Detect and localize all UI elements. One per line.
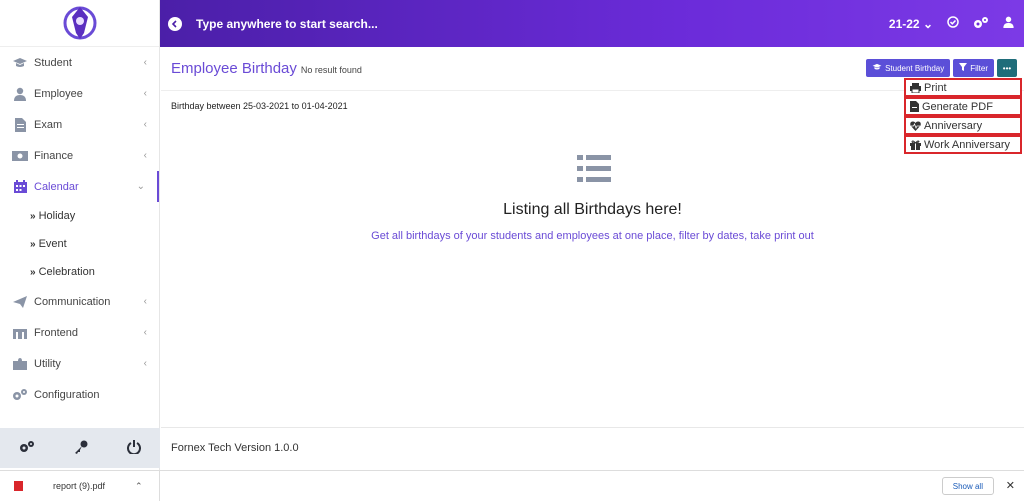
- download-file-name: report (9).pdf: [53, 481, 106, 491]
- app-logo-icon: [63, 6, 96, 40]
- user-icon: [12, 87, 28, 101]
- list-icon: [577, 155, 611, 186]
- chevron-left-icon: ‹: [143, 296, 147, 307]
- menu-item-work-anniversary[interactable]: Work Anniversary: [904, 135, 1022, 154]
- logo[interactable]: [0, 0, 159, 47]
- sidebar-item-label: Configuration: [34, 388, 100, 401]
- sidebar-subitem-label: Celebration: [38, 266, 95, 278]
- gears-icon[interactable]: [973, 16, 989, 32]
- chevron-left-icon: ‹: [143, 57, 147, 68]
- building-icon: [12, 326, 28, 340]
- menu-item-generate-pdf[interactable]: Generate PDF: [904, 97, 1022, 116]
- power-icon[interactable]: [126, 439, 141, 457]
- menu-item-label: Generate PDF: [922, 100, 993, 113]
- more-options-button[interactable]: •••: [997, 59, 1017, 77]
- status-text: No result found: [300, 65, 362, 75]
- sidebar-item-label: Finance: [34, 149, 74, 162]
- check-circle-icon[interactable]: [947, 16, 959, 31]
- show-all-button[interactable]: Show all: [941, 477, 994, 495]
- chevron-down-icon: ⌄: [922, 16, 933, 31]
- gift-icon: [910, 140, 921, 150]
- sidebar-subitem-label: Holiday: [38, 210, 76, 222]
- chevron-down-icon: ⌄: [136, 181, 145, 192]
- main-content: Employee Birthday No result found Studen…: [161, 47, 1024, 427]
- chevron-up-icon[interactable]: ⌃: [135, 481, 143, 492]
- pdf-icon: [910, 101, 919, 112]
- sidebar-subitem-holiday[interactable]: » Holiday: [0, 202, 159, 230]
- graduation-cap-icon: [872, 63, 882, 73]
- sidebar-subitem-celebration[interactable]: » Celebration: [0, 258, 159, 286]
- filter-icon: [959, 63, 968, 73]
- double-chevron-right-icon: »: [30, 266, 36, 278]
- pdf-file-icon: [14, 481, 23, 491]
- empty-state-title: Listing all Birthdays here!: [503, 201, 682, 218]
- download-item[interactable]: report (9).pdf ⌃: [0, 471, 160, 501]
- button-label: Filter: [970, 63, 988, 73]
- sidebar-item-label: Communication: [34, 295, 111, 308]
- sidebar-item-label: Exam: [34, 118, 63, 131]
- empty-state-subtitle: Get all birthdays of your students and e…: [371, 230, 814, 242]
- puzzle-icon: [12, 357, 28, 371]
- sidebar-item-exam[interactable]: Exam ‹: [0, 109, 159, 140]
- sidebar-item-calendar[interactable]: Calendar ⌄: [0, 171, 159, 202]
- more-options-dropdown: Print Generate PDF Anniversary Work Anni…: [904, 78, 1022, 154]
- settings-gears-icon[interactable]: [19, 440, 35, 457]
- back-arrow-icon[interactable]: [168, 16, 182, 31]
- footer: Fornex Tech Version 1.0.0: [161, 427, 1024, 467]
- key-icon[interactable]: [74, 440, 88, 457]
- filter-button[interactable]: Filter: [953, 59, 994, 77]
- date-range-text: Birthday between 25-03-2021 to 01-04-202…: [171, 101, 348, 111]
- sidebar-item-finance[interactable]: Finance ‹: [0, 140, 159, 171]
- document-icon: [12, 117, 28, 132]
- calendar-icon: [12, 180, 28, 194]
- sidebar: Student ‹ Employee ‹ Exam ‹ Finance ‹ Ca…: [0, 0, 160, 470]
- sidebar-item-label: Student: [34, 56, 72, 69]
- sidebar-item-label: Calendar: [34, 180, 79, 193]
- sidebar-item-utility[interactable]: Utility ‹: [0, 348, 159, 379]
- heartbeat-icon: [910, 120, 921, 131]
- menu-item-label: Work Anniversary: [924, 138, 1010, 151]
- double-chevron-right-icon: »: [30, 238, 36, 250]
- menu-item-label: Print: [924, 81, 947, 94]
- button-label: Student Birthday: [885, 63, 945, 73]
- sidebar-subitem-event[interactable]: » Event: [0, 230, 159, 258]
- chevron-left-icon: ‹: [143, 150, 147, 161]
- search-input[interactable]: Type anywhere to start search...: [196, 17, 378, 31]
- menu-item-anniversary[interactable]: Anniversary: [904, 116, 1022, 135]
- chevron-left-icon: ‹: [143, 327, 147, 338]
- gears-icon: [12, 388, 28, 402]
- money-icon: [12, 149, 28, 163]
- session-label: 21-22: [888, 16, 920, 31]
- chevron-left-icon: ‹: [143, 119, 147, 130]
- sidebar-item-label: Frontend: [34, 326, 79, 339]
- sidebar-item-employee[interactable]: Employee ‹: [0, 78, 159, 109]
- sidebar-item-communication[interactable]: Communication ‹: [0, 286, 159, 317]
- session-selector[interactable]: 21-22 ⌄: [889, 17, 933, 31]
- graduation-cap-icon: [12, 56, 28, 70]
- student-birthday-button[interactable]: Student Birthday: [866, 59, 951, 77]
- topbar: Type anywhere to start search... 21-22 ⌄: [160, 0, 1024, 47]
- close-icon[interactable]: ✕: [1006, 479, 1015, 492]
- sidebar-footer: [0, 428, 160, 468]
- paper-plane-icon: [12, 295, 28, 309]
- sidebar-item-label: Employee: [34, 87, 83, 100]
- sidebar-item-configuration[interactable]: Configuration: [0, 379, 159, 410]
- sidebar-item-student[interactable]: Student ‹: [0, 47, 159, 78]
- print-icon: [910, 82, 921, 93]
- sidebar-item-frontend[interactable]: Frontend ‹: [0, 317, 159, 348]
- ellipsis-icon: •••: [1002, 63, 1012, 73]
- double-chevron-right-icon: »: [30, 210, 36, 222]
- chevron-left-icon: ‹: [143, 88, 147, 99]
- version-text: Fornex Tech Version 1.0.0: [171, 441, 299, 454]
- menu-item-label: Anniversary: [924, 119, 983, 132]
- header-actions: Student Birthday Filter •••: [866, 59, 1017, 77]
- user-icon[interactable]: [1003, 16, 1014, 31]
- sidebar-item-label: Utility: [34, 357, 61, 370]
- sidebar-subitem-label: Event: [38, 238, 67, 250]
- page-title: Employee Birthday: [171, 60, 297, 77]
- chevron-left-icon: ‹: [143, 358, 147, 369]
- download-bar: report (9).pdf ⌃ Show all ✕: [0, 470, 1024, 501]
- menu-item-print[interactable]: Print: [904, 78, 1022, 97]
